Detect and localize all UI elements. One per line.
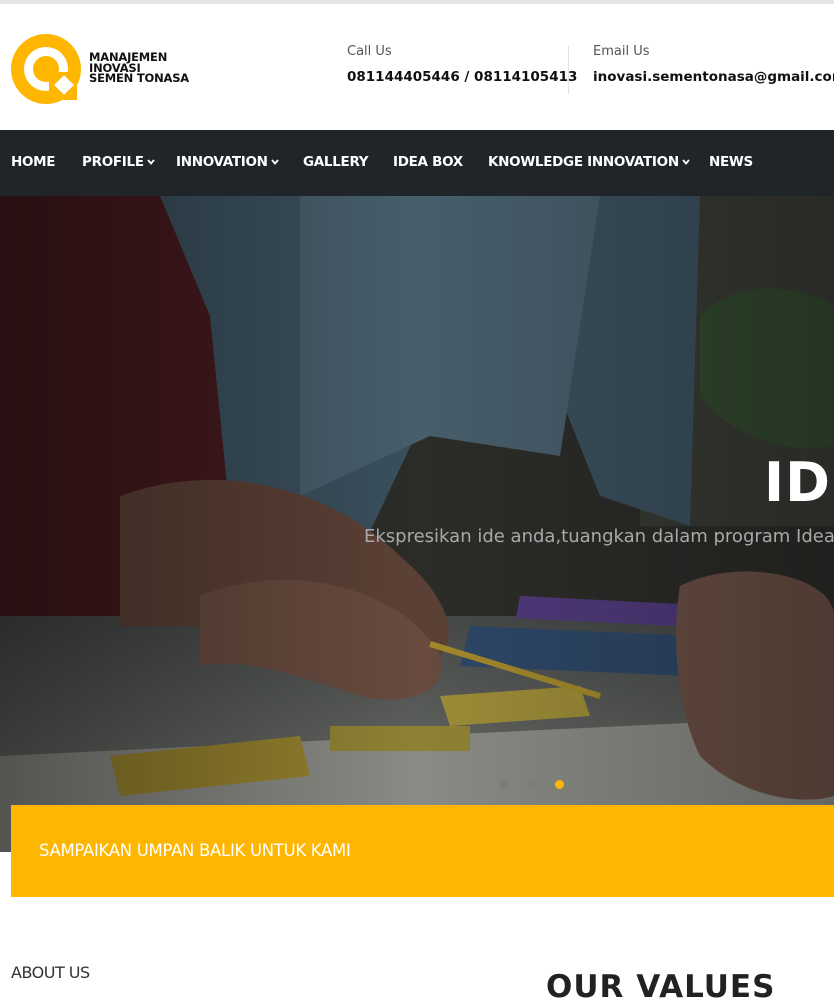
email-us-label: Email Us [593, 44, 650, 59]
nav-idea-box-label: IDEA BOX [393, 154, 463, 170]
hero-subtitle: Ekspresikan ide anda,tuangkan dalam prog… [364, 526, 834, 547]
hero-background-image [0, 196, 834, 852]
nav-profile-label: PROFILE [82, 154, 144, 170]
nav-home[interactable]: HOME [11, 154, 56, 170]
feedback-label: SAMPAIKAN UMPAN BALIK UNTUK KAMI [39, 841, 351, 860]
contact-divider [568, 46, 569, 94]
nav-knowledge-innovation[interactable]: KNOWLEDGE INNOVATION [488, 154, 690, 170]
call-us-label: Call Us [347, 44, 392, 59]
call-us-block: Call Us 081144405446 / 08114105413 [347, 44, 577, 85]
our-values-title: OUR VALUES [546, 969, 776, 1005]
slider-dot-3-active[interactable] [555, 780, 564, 789]
site-header: MANAJEMEN INOVASI SEMEN TONASA Call Us 0… [0, 4, 834, 130]
nav-innovation-label: INNOVATION [176, 154, 268, 170]
logo-q-icon [11, 34, 81, 104]
nav-idea-box[interactable]: IDEA BOX [393, 154, 463, 170]
nav-profile[interactable]: PROFILE [82, 154, 155, 170]
nav-news[interactable]: NEWS [709, 154, 753, 170]
email-us-block: Email Us inovasi.sementonasa@gmail.com [593, 44, 834, 85]
feedback-banner[interactable]: SAMPAIKAN UMPAN BALIK UNTUK KAMI [11, 805, 834, 897]
nav-gallery-label: GALLERY [303, 154, 369, 170]
nav-home-label: HOME [11, 154, 56, 170]
hero-slider: IDI Ekspresikan ide anda,tuangkan dalam … [0, 196, 834, 852]
nav-gallery[interactable]: GALLERY [303, 154, 369, 170]
nav-news-label: NEWS [709, 154, 753, 170]
logo-line-3: SEMEN TONASA [89, 71, 189, 85]
slider-dot-1[interactable] [499, 780, 508, 789]
slider-dot-2[interactable] [527, 780, 536, 789]
site-logo[interactable]: MANAJEMEN INOVASI SEMEN TONASA [11, 32, 211, 106]
phone-numbers[interactable]: 081144405446 / 08114105413 [347, 69, 577, 85]
chevron-down-icon [682, 159, 690, 165]
chevron-down-icon [270, 159, 279, 165]
main-nav: HOME PROFILE INNOVATION GALLERY IDEA BOX… [0, 130, 834, 196]
about-us-label: ABOUT US [11, 963, 90, 982]
email-address[interactable]: inovasi.sementonasa@gmail.com [593, 69, 834, 85]
nav-innovation[interactable]: INNOVATION [176, 154, 279, 170]
hero-title: IDI [764, 451, 834, 514]
nav-knowledge-label: KNOWLEDGE INNOVATION [488, 154, 679, 170]
chevron-down-icon [147, 159, 155, 165]
logo-wordmark: MANAJEMEN INOVASI SEMEN TONASA [89, 52, 189, 84]
